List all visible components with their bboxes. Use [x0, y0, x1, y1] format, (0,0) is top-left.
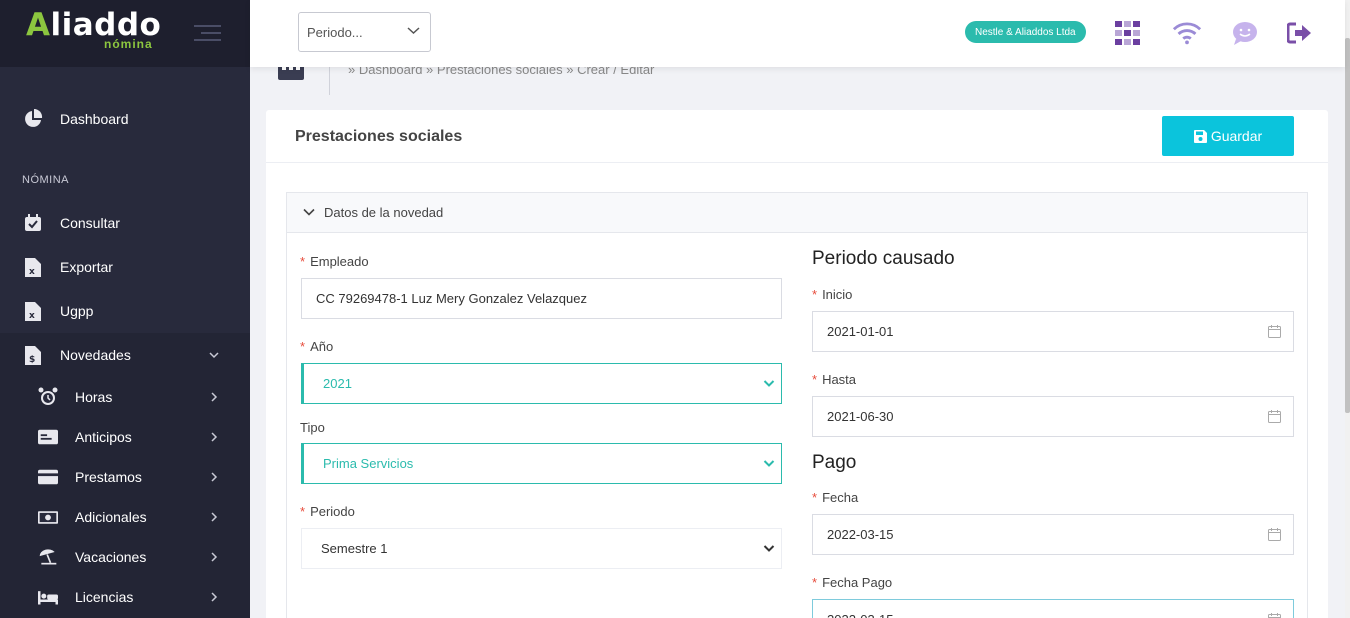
period-select[interactable]: Periodo... [298, 12, 431, 52]
svg-text:x: x [29, 311, 35, 321]
calendar-icon [1268, 528, 1281, 544]
chevron-right-icon [209, 550, 219, 565]
empleado-field[interactable]: CC 79269478-1 Luz Mery Gonzalez Velazque… [301, 278, 782, 319]
section-label-nomina: NÓMINA [22, 174, 69, 186]
periodo-select[interactable]: Semestre 1 [301, 528, 782, 569]
sidebar-item-anticipos[interactable]: Anticipos [0, 415, 250, 459]
sidebar-item-ugpp[interactable]: x Ugpp [0, 289, 250, 333]
card-header: Prestaciones sociales Guardar [266, 110, 1328, 163]
page-title: Prestaciones sociales [295, 128, 463, 145]
apps-grid-icon[interactable] [1113, 18, 1143, 48]
calendar-icon [1268, 410, 1281, 426]
sidebar-item-horas[interactable]: Horas [0, 375, 250, 419]
chevron-down-icon [209, 348, 219, 363]
chevron-right-icon [209, 430, 219, 445]
company-badge[interactable]: Nestle & Aliaddos Ltda [965, 21, 1086, 43]
fecha-date-input[interactable]: 2022-03-15 [812, 514, 1294, 555]
chevron-down-icon [763, 377, 775, 392]
chevron-right-icon [209, 470, 219, 485]
inicio-label: * Inicio [812, 287, 853, 302]
calendar-icon [1268, 613, 1281, 618]
hasta-label: * Hasta [812, 372, 857, 387]
fecha-label: * Fecha [812, 490, 859, 505]
sidebar-item-exportar[interactable]: x Exportar [0, 245, 250, 289]
sidebar-item-vacaciones[interactable]: Vacaciones [0, 535, 250, 579]
calendar-check-icon [23, 213, 43, 233]
excel-file-icon: x [23, 301, 43, 321]
page-scrollbar[interactable] [1345, 0, 1350, 618]
svg-text:$: $ [29, 355, 35, 365]
pie-chart-icon [23, 109, 43, 129]
panel-header[interactable]: Datos de la novedad [287, 193, 1307, 233]
bed-icon [38, 587, 58, 607]
logout-icon[interactable] [1285, 18, 1315, 48]
money-bill-icon [38, 507, 58, 527]
inicio-date-input[interactable]: 2021-01-01 [812, 311, 1294, 352]
brand-subtitle: nómina [104, 37, 153, 51]
fecha-pago-label: * Fecha Pago [812, 575, 893, 590]
dollar-file-icon: $ [23, 345, 43, 365]
fecha-pago-date-input[interactable]: 2022-03-15 [812, 599, 1294, 618]
sidebar: Aliaddo nómina Dashboard NÓMINA Consulta… [0, 0, 250, 618]
chevron-down-icon [407, 24, 420, 40]
pago-heading: Pago [812, 452, 857, 473]
chevron-right-icon [209, 390, 219, 405]
anio-select[interactable]: 2021 [301, 363, 782, 404]
empleado-label: * Empleado [300, 254, 369, 269]
chevron-down-icon [303, 206, 315, 221]
form-card: Prestaciones sociales Guardar Datos de l… [266, 110, 1328, 618]
anio-label: * Año [300, 339, 334, 354]
tipo-label: Tipo [300, 420, 325, 435]
umbrella-beach-icon [38, 547, 58, 567]
logo-area: Aliaddo nómina [0, 0, 250, 67]
chevron-down-icon [763, 542, 775, 557]
chat-smile-icon[interactable] [1230, 18, 1260, 48]
excel-file-icon: x [23, 257, 43, 277]
sidebar-item-licencias[interactable]: Licencias [0, 575, 250, 618]
sidebar-item-adicionales[interactable]: Adicionales [0, 495, 250, 539]
topbar: Periodo... Nestle & Aliaddos Ltda [250, 0, 1345, 67]
breadcrumb-divider [329, 67, 330, 95]
periodo-label: * Periodo [300, 504, 355, 519]
menu-toggle-icon[interactable] [194, 25, 221, 46]
credit-card-icon [38, 467, 58, 487]
sidebar-item-novedades[interactable]: $ Novedades [0, 333, 250, 377]
save-icon [1193, 129, 1207, 143]
tipo-select[interactable]: Prima Servicios [301, 443, 782, 484]
alarm-clock-icon [38, 387, 58, 407]
chevron-right-icon [209, 510, 219, 525]
sidebar-item-prestamos[interactable]: Prestamos [0, 455, 250, 499]
chevron-right-icon [209, 590, 219, 605]
chevron-down-icon [763, 457, 775, 472]
novedad-panel: Datos de la novedad * Empleado CC 7926947… [286, 192, 1308, 618]
hasta-date-input[interactable]: 2021-06-30 [812, 396, 1294, 437]
svg-text:x: x [29, 267, 35, 277]
sidebar-item-dashboard[interactable]: Dashboard [0, 97, 250, 141]
scrollbar-thumb[interactable] [1345, 38, 1350, 413]
periodo-causado-heading: Periodo causado [812, 248, 955, 269]
save-button[interactable]: Guardar [1162, 116, 1294, 156]
card-icon [38, 427, 58, 447]
wifi-icon[interactable] [1172, 18, 1202, 48]
sidebar-item-consultar[interactable]: Consultar [0, 201, 250, 245]
calendar-icon [1268, 325, 1281, 341]
